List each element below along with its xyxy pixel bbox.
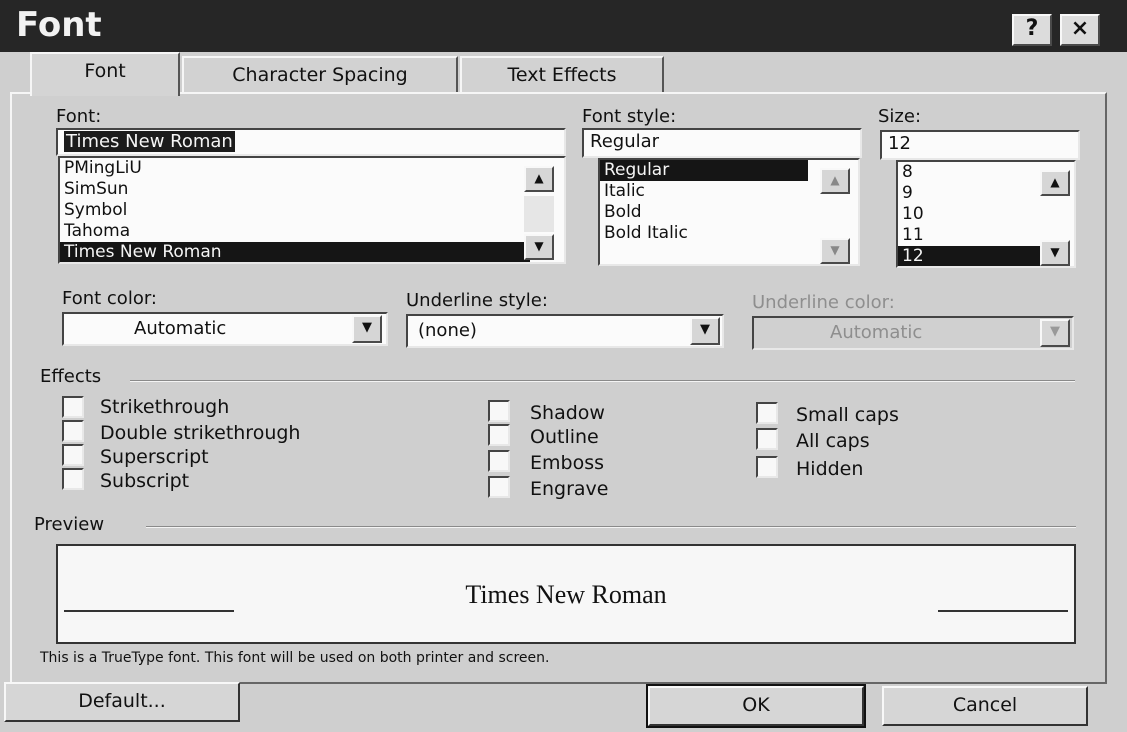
underline-style-select[interactable]: (none) bbox=[406, 314, 724, 348]
font-type-note: This is a TrueType font. This font will … bbox=[40, 650, 550, 666]
size-value: 12 bbox=[888, 133, 911, 154]
underline-style-value: (none) bbox=[418, 320, 477, 341]
underline-color-dropdown-button[interactable]: ▼ bbox=[1040, 319, 1070, 347]
close-icon: × bbox=[1070, 16, 1090, 41]
font-style-value: Regular bbox=[590, 131, 660, 152]
preview-box: Times New Roman bbox=[56, 544, 1076, 644]
chevron-down-icon: ▼ bbox=[1050, 324, 1060, 339]
font-label: Font: bbox=[56, 106, 102, 127]
font-color-select[interactable]: Automatic bbox=[62, 312, 388, 346]
font-style-input[interactable]: Regular bbox=[582, 128, 862, 158]
size-item[interactable]: 10 bbox=[898, 204, 1074, 225]
font-style-item[interactable]: Bold bbox=[600, 202, 858, 223]
engrave-label: Engrave bbox=[530, 478, 609, 500]
default-button[interactable]: Default... bbox=[4, 682, 240, 722]
strikethrough-checkbox[interactable] bbox=[62, 396, 84, 418]
font-style-item-selected[interactable]: Regular bbox=[600, 160, 808, 181]
font-name-input[interactable]: Times New Roman bbox=[56, 128, 566, 156]
hidden-checkbox[interactable] bbox=[756, 456, 778, 478]
emboss-label: Emboss bbox=[530, 452, 604, 474]
size-scroll-down-button[interactable]: ▼ bbox=[1040, 240, 1070, 266]
outline-label: Outline bbox=[530, 426, 599, 448]
hidden-label: Hidden bbox=[796, 458, 864, 480]
engrave-checkbox[interactable] bbox=[488, 476, 510, 498]
title-bar bbox=[0, 0, 1127, 52]
ok-button[interactable]: OK bbox=[646, 684, 866, 728]
shadow-label: Shadow bbox=[530, 402, 605, 424]
arrow-up-icon: ▲ bbox=[534, 171, 544, 185]
arrow-up-icon: ▲ bbox=[1050, 175, 1060, 189]
underline-color-select[interactable]: Automatic bbox=[752, 316, 1074, 350]
default-button-label: Default... bbox=[78, 690, 166, 712]
font-list-item[interactable]: Symbol bbox=[60, 200, 564, 221]
ok-button-label: OK bbox=[742, 694, 770, 716]
arrow-down-icon: ▼ bbox=[534, 239, 544, 253]
underline-color-label: Underline color: bbox=[752, 292, 895, 313]
subscript-checkbox[interactable] bbox=[62, 468, 84, 490]
font-list-item[interactable]: SimSun bbox=[60, 179, 564, 200]
small-caps-checkbox[interactable] bbox=[756, 402, 778, 424]
preview-text: Times New Roman bbox=[465, 580, 667, 609]
font-scrollbar-track[interactable] bbox=[524, 196, 554, 232]
subscript-label: Subscript bbox=[100, 470, 190, 492]
font-color-dropdown-button[interactable]: ▼ bbox=[352, 315, 382, 343]
font-name-value: Times New Roman bbox=[64, 131, 235, 152]
font-color-label: Font color: bbox=[62, 288, 157, 309]
style-scroll-up-button[interactable]: ▲ bbox=[820, 168, 850, 194]
underline-style-label: Underline style: bbox=[406, 290, 548, 311]
chevron-down-icon: ▼ bbox=[700, 322, 710, 337]
size-item-selected[interactable]: 12 bbox=[898, 246, 1040, 266]
superscript-checkbox[interactable] bbox=[62, 444, 84, 466]
dialog-title: Font bbox=[16, 5, 102, 45]
double-strikethrough-checkbox[interactable] bbox=[62, 420, 84, 442]
tab-text-effects[interactable]: Text Effects bbox=[460, 56, 664, 94]
preview-baseline-left bbox=[64, 610, 234, 612]
tab-character-spacing[interactable]: Character Spacing bbox=[182, 56, 458, 94]
effects-group-label: Effects bbox=[40, 366, 102, 387]
preview-divider bbox=[146, 526, 1076, 528]
small-caps-label: Small caps bbox=[796, 404, 899, 426]
superscript-label: Superscript bbox=[100, 446, 209, 468]
tab-font-label: Font bbox=[84, 60, 126, 82]
shadow-checkbox[interactable] bbox=[488, 400, 510, 422]
cancel-button[interactable]: Cancel bbox=[882, 686, 1088, 726]
size-scroll-up-button[interactable]: ▲ bbox=[1040, 170, 1070, 196]
help-button[interactable]: ? bbox=[1012, 14, 1052, 46]
font-list[interactable]: PMingLiU SimSun Symbol Tahoma Times New … bbox=[58, 156, 566, 264]
close-button[interactable]: × bbox=[1060, 14, 1100, 46]
arrow-down-icon: ▼ bbox=[830, 243, 840, 257]
underline-color-value: Automatic bbox=[830, 322, 923, 343]
strikethrough-label: Strikethrough bbox=[100, 396, 230, 418]
double-strikethrough-label: Double strikethrough bbox=[100, 422, 301, 444]
font-list-item[interactable]: Tahoma bbox=[60, 221, 564, 242]
all-caps-checkbox[interactable] bbox=[756, 428, 778, 450]
font-color-value: Automatic bbox=[134, 318, 227, 339]
font-scroll-up-button[interactable]: ▲ bbox=[524, 166, 554, 192]
style-scroll-down-button[interactable]: ▼ bbox=[820, 238, 850, 264]
tab-character-spacing-label: Character Spacing bbox=[232, 64, 408, 86]
cancel-button-label: Cancel bbox=[952, 694, 1018, 716]
font-scroll-down-button[interactable]: ▼ bbox=[524, 234, 554, 260]
font-list-item-selected[interactable]: Times New Roman bbox=[60, 242, 530, 262]
help-icon: ? bbox=[1025, 16, 1039, 41]
font-list-item[interactable]: PMingLiU bbox=[60, 158, 564, 179]
outline-checkbox[interactable] bbox=[488, 424, 510, 446]
all-caps-label: All caps bbox=[796, 430, 870, 452]
arrow-down-icon: ▼ bbox=[1050, 245, 1060, 259]
underline-style-dropdown-button[interactable]: ▼ bbox=[690, 317, 720, 345]
preview-baseline-right bbox=[938, 610, 1068, 612]
font-style-label: Font style: bbox=[582, 106, 677, 127]
emboss-checkbox[interactable] bbox=[488, 450, 510, 472]
size-input[interactable]: 12 bbox=[880, 130, 1080, 160]
tab-font[interactable]: Font bbox=[30, 52, 180, 96]
preview-group-label: Preview bbox=[34, 514, 105, 535]
tab-text-effects-label: Text Effects bbox=[507, 64, 617, 86]
size-label: Size: bbox=[878, 106, 922, 127]
chevron-down-icon: ▼ bbox=[362, 320, 372, 335]
effects-divider bbox=[130, 380, 1075, 382]
arrow-up-icon: ▲ bbox=[830, 173, 840, 187]
